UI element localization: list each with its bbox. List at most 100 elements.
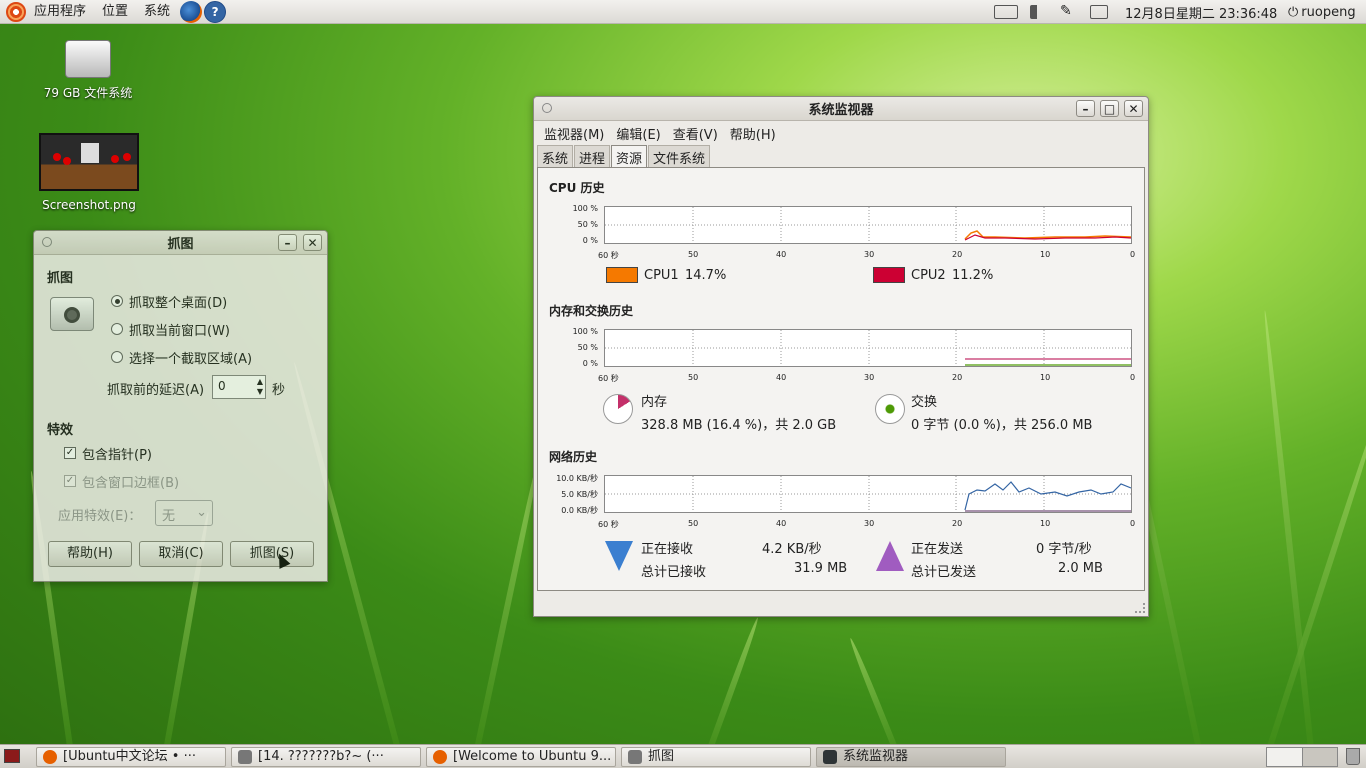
camera-icon	[50, 297, 94, 331]
receiving-rate: 4.2 KB/秒	[762, 542, 822, 557]
x-tick: 40	[776, 519, 787, 528]
trash-icon[interactable]	[1346, 748, 1360, 765]
tab-processes[interactable]: 进程	[574, 145, 611, 167]
cpu2-name: CPU2	[911, 268, 946, 283]
x-tick: 30	[864, 519, 875, 528]
taskbar-item[interactable]: [Welcome to Ubuntu 9...	[426, 747, 616, 767]
user-switcher[interactable]: ⏻ ruopeng	[1288, 0, 1356, 24]
minimize-button[interactable]: –	[278, 234, 297, 251]
plug-icon[interactable]: ✎	[1060, 4, 1078, 19]
radio-select-area[interactable]	[111, 351, 123, 363]
bottom-panel: [Ubuntu中文论坛 • ··· [14. ???????b?~ (··· […	[0, 744, 1366, 768]
delay-unit: 秒	[272, 383, 286, 398]
x-tick: 20	[952, 373, 963, 382]
help-icon[interactable]: ?	[204, 0, 227, 23]
menu-places[interactable]: 位置	[94, 0, 136, 24]
workspace-2[interactable]	[1302, 748, 1337, 766]
menu-bar: 监视器(M) 编辑(E) 查看(V) 帮助(H)	[534, 121, 1148, 145]
apply-effect-label: 应用特效(E)：	[58, 509, 142, 524]
cpu1-color-swatch[interactable]	[606, 267, 638, 283]
taskbar-item-active[interactable]: 系统监视器	[816, 747, 1006, 767]
memory-value: 328.8 MB (16.4 %)，共 2.0 GB	[641, 418, 837, 433]
system-tray: ✎	[988, 0, 1114, 24]
network-icon[interactable]	[994, 5, 1018, 19]
spinner-arrows-icon[interactable]: ▲ ▼	[257, 377, 263, 397]
include-border-label[interactable]: 包含窗口边框(B)	[82, 472, 179, 491]
menu-applications[interactable]: 应用程序	[26, 0, 94, 24]
tab-resources[interactable]: 资源	[611, 145, 648, 167]
capture-heading: 抓图	[47, 271, 74, 286]
cpu2-color-swatch[interactable]	[873, 267, 905, 283]
x-tick: 10	[1040, 373, 1051, 382]
clock-text: 12月8日星期二 23:36:48	[1125, 6, 1278, 22]
memory-label: 内存	[641, 395, 668, 410]
menu-edit[interactable]: 编辑(E)	[610, 124, 666, 143]
tab-filesystems[interactable]: 文件系统	[648, 145, 711, 167]
window-menu-icon[interactable]	[542, 103, 552, 113]
clock[interactable]: 12月8日星期二 23:36:48	[1125, 0, 1277, 24]
desktop-icon-label: Screenshot.png	[42, 198, 136, 212]
y-tick: 50 %	[577, 343, 598, 352]
show-desktop-icon[interactable]	[4, 749, 20, 763]
swap-value: 0 字节 (0.0 %)，共 256.0 MB	[911, 418, 1093, 433]
workspace-1[interactable]	[1267, 748, 1303, 766]
swap-pie-icon[interactable]	[875, 394, 905, 424]
image-thumbnail	[39, 133, 139, 191]
delay-spinner[interactable]: 0 ▲ ▼	[212, 375, 266, 399]
cpu-graph	[604, 206, 1132, 244]
menu-help[interactable]: 帮助(H)	[724, 124, 782, 143]
taskbar-item[interactable]: [14. ???????b?~ (···	[231, 747, 421, 767]
desktop-icon-screenshot[interactable]: Screenshot.png	[37, 133, 141, 212]
include-pointer-label[interactable]: 包含指针(P)	[82, 444, 152, 463]
take-screenshot-button[interactable]: 抓图(S)	[230, 541, 314, 567]
menu-system[interactable]: 系统	[136, 0, 178, 24]
menu-monitor[interactable]: 监视器(M)	[538, 124, 610, 143]
taskbar-item[interactable]: 抓图	[621, 747, 811, 767]
x-tick: 50	[688, 373, 699, 382]
close-button[interactable]: ✕	[1124, 100, 1143, 117]
firefox-icon[interactable]	[180, 0, 203, 23]
task-label: 抓图	[648, 749, 675, 764]
close-button[interactable]: ✕	[303, 234, 322, 251]
x-tick: 0	[1130, 519, 1136, 528]
window-menu-icon[interactable]	[42, 237, 52, 247]
total-received-value: 31.9 MB	[794, 561, 848, 576]
minimize-button[interactable]: –	[1076, 100, 1095, 117]
send-arrow-icon[interactable]	[876, 541, 904, 571]
y-tick: 10.0 KB/秒	[556, 474, 598, 483]
task-label: 系统监视器	[843, 749, 909, 764]
option-current-window[interactable]: 抓取当前窗口(W)	[129, 320, 230, 339]
maximize-button[interactable]: □	[1100, 100, 1119, 117]
x-tick: 10	[1040, 519, 1051, 528]
cancel-button[interactable]: 取消(C)	[139, 541, 223, 567]
taskbar-item[interactable]: [Ubuntu中文论坛 • ···	[36, 747, 226, 767]
option-select-area[interactable]: 选择一个截取区域(A)	[129, 348, 252, 367]
cpu1-name: CPU1	[644, 268, 679, 283]
dialog-titlebar[interactable]: 抓图 – ✕	[34, 231, 327, 255]
memory-pie-icon[interactable]	[603, 394, 633, 424]
checkbox-include-border[interactable]: ✓	[64, 475, 76, 487]
ubuntu-logo-icon[interactable]	[6, 1, 26, 22]
x-tick: 60 秒	[598, 251, 619, 260]
memory-history-heading: 内存和交换历史	[549, 304, 634, 318]
option-whole-desktop[interactable]: 抓取整个桌面(D)	[129, 292, 227, 311]
y-tick: 100 %	[572, 327, 598, 336]
radio-current-window[interactable]	[111, 323, 123, 335]
radio-whole-desktop[interactable]	[111, 295, 123, 307]
mail-icon[interactable]	[1090, 5, 1108, 19]
desktop-icon-filesystem[interactable]: 79 GB 文件系统	[38, 40, 138, 101]
top-panel: 应用程序 位置 系统 ? ✎ 12月8日星期二 23:36:48 ⏻ ruope…	[0, 0, 1366, 24]
help-button[interactable]: 帮助(H)	[48, 541, 132, 567]
apply-effect-select[interactable]: 无 ⌄	[155, 500, 213, 526]
checkbox-include-pointer[interactable]: ✓	[64, 447, 76, 459]
resize-grip-icon[interactable]	[1135, 603, 1145, 613]
workspace-switcher[interactable]	[1266, 747, 1338, 767]
tab-system[interactable]: 系统	[537, 145, 574, 167]
receive-arrow-icon[interactable]	[605, 541, 633, 571]
y-tick: 5.0 KB/秒	[561, 490, 598, 499]
volume-icon[interactable]	[1030, 5, 1048, 19]
firefox-icon	[433, 750, 447, 764]
menu-view[interactable]: 查看(V)	[667, 124, 724, 143]
sysmon-titlebar[interactable]: 系统监视器 – □ ✕	[534, 97, 1148, 121]
x-tick: 60 秒	[598, 374, 619, 383]
